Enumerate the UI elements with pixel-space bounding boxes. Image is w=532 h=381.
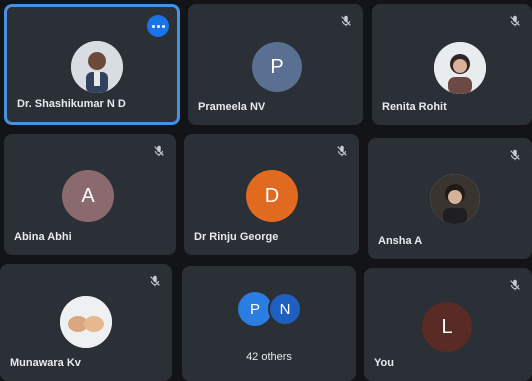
participant-name: Munawara Kv bbox=[10, 357, 81, 369]
participant-name: Ansha A bbox=[378, 235, 423, 247]
participant-name: You bbox=[374, 357, 394, 369]
others-tile[interactable]: P N 42 others bbox=[182, 266, 356, 381]
participant-tile-munawara[interactable]: Munawara Kv bbox=[0, 264, 172, 381]
participant-tile-prameela[interactable]: P Prameela NV bbox=[188, 4, 363, 125]
participant-tile-abina[interactable]: A Abina Abhi bbox=[4, 134, 176, 255]
participant-avatar-photo bbox=[430, 174, 480, 224]
person-photo-icon bbox=[430, 174, 480, 224]
person-photo-icon bbox=[434, 42, 486, 94]
participant-avatar-initial: L bbox=[422, 302, 472, 352]
others-avatar-2: N bbox=[268, 292, 302, 326]
participant-avatar-initial: A bbox=[62, 170, 114, 222]
participant-tile-ansha[interactable]: Ansha A bbox=[368, 138, 532, 259]
participant-name: Abina Abhi bbox=[14, 231, 72, 243]
mic-off-icon bbox=[337, 145, 347, 157]
participant-avatar-initial: P bbox=[252, 42, 302, 92]
participant-tile-shashikumar[interactable]: Dr. Shashikumar N D bbox=[4, 4, 180, 125]
fist-bump-photo-icon bbox=[60, 296, 112, 348]
participant-name: Dr. Shashikumar N D bbox=[17, 98, 126, 110]
mic-off-icon bbox=[510, 149, 520, 161]
participant-tile-you[interactable]: L You bbox=[364, 268, 532, 381]
participant-name: Renita Rohit bbox=[382, 101, 447, 113]
person-photo-icon bbox=[71, 41, 123, 93]
mic-off-icon bbox=[150, 275, 160, 287]
mic-off-icon bbox=[510, 279, 520, 291]
participant-tile-renita[interactable]: Renita Rohit bbox=[372, 4, 532, 125]
participant-tile-rinju[interactable]: D Dr Rinju George bbox=[184, 134, 359, 255]
mic-off-icon bbox=[510, 15, 520, 27]
others-count-label: 42 others bbox=[246, 351, 292, 363]
participant-name: Dr Rinju George bbox=[194, 231, 279, 243]
mic-off-icon bbox=[154, 145, 164, 157]
participant-name: Prameela NV bbox=[198, 101, 266, 113]
mic-off-icon bbox=[341, 15, 351, 27]
participant-avatar-photo bbox=[71, 41, 123, 93]
others-avatar-1: P bbox=[238, 292, 272, 326]
more-options-button[interactable] bbox=[147, 15, 169, 37]
participant-avatar-photo bbox=[60, 296, 112, 348]
more-options-icon bbox=[151, 24, 165, 28]
participant-avatar-photo bbox=[434, 42, 486, 94]
participant-avatar-initial: D bbox=[246, 170, 298, 222]
